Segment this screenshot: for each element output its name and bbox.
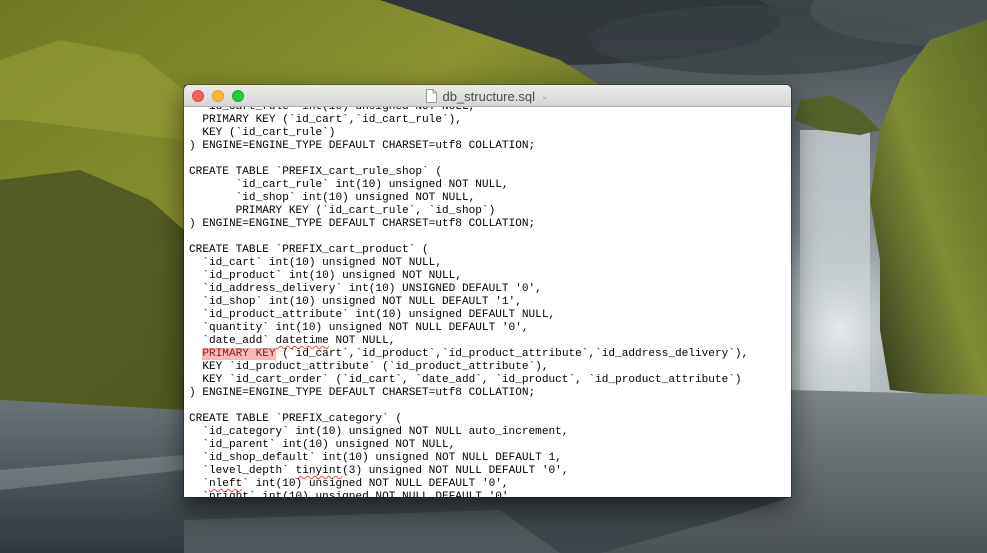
error-highlight: PRIMARY KEY [202, 348, 276, 360]
spelling-underline: nleft [208, 478, 243, 490]
code-line[interactable]: `id_parent` int(10) unsigned NOT NULL, [189, 439, 748, 452]
code-line[interactable]: `id_cart` int(10) unsigned NOT NULL, [189, 257, 748, 270]
code-line[interactable]: PRIMARY KEY (`id_cart`,`id_product`,`id_… [189, 348, 748, 361]
code-line[interactable]: `id_shop_default` int(10) unsigned NOT N… [189, 452, 748, 465]
code-line[interactable]: `level_depth` tinyint(3) unsigned NOT NU… [189, 465, 748, 478]
title-bar[interactable]: db_structure.sql ⌄ [184, 85, 791, 107]
spelling-underline: tinyint [295, 465, 343, 477]
code-line[interactable]: `id_shop` int(10) unsigned NOT NULL DEFA… [189, 296, 748, 309]
code-line[interactable]: `id_product` int(10) unsigned NOT NULL, [189, 270, 748, 283]
code-line[interactable]: `nright` int(10) unsigned NOT NULL DEFAU… [189, 491, 748, 497]
code-line[interactable]: ) ENGINE=ENGINE_TYPE DEFAULT CHARSET=utf… [189, 387, 748, 400]
code-line[interactable]: CREATE TABLE `PREFIX_category` ( [189, 413, 748, 426]
code-line[interactable]: CREATE TABLE `PREFIX_cart_rule_shop` ( [189, 166, 748, 179]
code-text[interactable]: `id_cart_rule` int(10) unsigned NOT NULL… [189, 107, 748, 497]
code-line[interactable]: `quantity` int(10) unsigned NOT NULL DEF… [189, 322, 748, 335]
text-editor-area[interactable]: `id_cart_rule` int(10) unsigned NOT NULL… [184, 107, 791, 497]
textedit-window: db_structure.sql ⌄ `id_cart_rule` int(10… [184, 85, 791, 497]
code-line[interactable] [189, 400, 748, 413]
document-icon [426, 89, 438, 103]
code-line[interactable]: KEY `id_cart_order` (`id_cart`, `date_ad… [189, 374, 748, 387]
code-line[interactable]: PRIMARY KEY (`id_cart`,`id_cart_rule`), [189, 114, 748, 127]
code-line[interactable]: `id_cart_rule` int(10) unsigned NOT NULL… [189, 107, 748, 114]
code-line[interactable]: `nleft` int(10) unsigned NOT NULL DEFAUL… [189, 478, 748, 491]
code-line[interactable]: KEY (`id_cart_rule`) [189, 127, 748, 140]
window-title: db_structure.sql [442, 88, 535, 104]
code-line[interactable]: CREATE TABLE `PREFIX_cart_product` ( [189, 244, 748, 257]
code-line[interactable] [189, 231, 748, 244]
code-line[interactable]: `id_product_attribute` int(10) unsigned … [189, 309, 748, 322]
code-line[interactable]: PRIMARY KEY (`id_cart_rule`, `id_shop`) [189, 205, 748, 218]
code-line[interactable]: `id_shop` int(10) unsigned NOT NULL, [189, 192, 748, 205]
code-line[interactable]: `id_cart_rule` int(10) unsigned NOT NULL… [189, 179, 748, 192]
code-line[interactable]: `id_category` int(10) unsigned NOT NULL … [189, 426, 748, 439]
code-line[interactable]: `id_address_delivery` int(10) UNSIGNED D… [189, 283, 748, 296]
spelling-underline: datetime [275, 335, 329, 347]
code-line[interactable]: ) ENGINE=ENGINE_TYPE DEFAULT CHARSET=utf… [189, 140, 748, 153]
code-line[interactable]: KEY `id_product_attribute` (`id_product_… [189, 361, 748, 374]
code-line[interactable]: `date_add` datetime NOT NULL, [189, 335, 748, 348]
window-title-group[interactable]: db_structure.sql ⌄ [184, 85, 791, 107]
code-line[interactable] [189, 153, 748, 166]
chevron-down-icon[interactable]: ⌄ [541, 91, 549, 102]
code-line[interactable]: ) ENGINE=ENGINE_TYPE DEFAULT CHARSET=utf… [189, 218, 748, 231]
